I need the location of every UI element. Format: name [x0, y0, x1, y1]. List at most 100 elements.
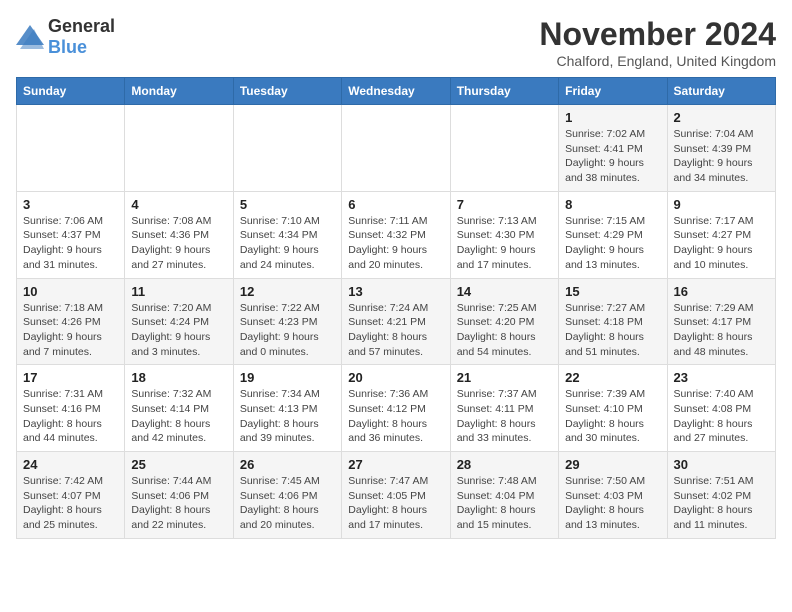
calendar-cell: 30 Sunrise: 7:51 AM Sunset: 4:02 PM Dayli… [667, 452, 775, 539]
day-number: 5 [240, 197, 335, 212]
logo-general: General [48, 16, 115, 36]
day-info: Sunrise: 7:04 AM Sunset: 4:39 PM Dayligh… [674, 127, 769, 186]
day-number: 22 [565, 370, 660, 385]
day-number: 12 [240, 284, 335, 299]
day-info: Sunrise: 7:37 AM Sunset: 4:11 PM Dayligh… [457, 387, 552, 446]
calendar-cell: 25Sunrise: 7:44 AM Sunset: 4:06 PM Dayli… [125, 452, 233, 539]
day-info: Sunrise: 7:45 AM Sunset: 4:06 PM Dayligh… [240, 474, 335, 533]
day-info: Sunrise: 7:27 AM Sunset: 4:18 PM Dayligh… [565, 301, 660, 360]
day-info: Sunrise: 7:40 AM Sunset: 4:08 PM Dayligh… [674, 387, 769, 446]
calendar-cell: 1Sunrise: 7:02 AM Sunset: 4:41 PM Daylig… [559, 105, 667, 192]
calendar-cell: 18Sunrise: 7:32 AM Sunset: 4:14 PM Dayli… [125, 365, 233, 452]
calendar-cell [450, 105, 558, 192]
day-number: 13 [348, 284, 443, 299]
calendar-cell: 5 Sunrise: 7:10 AM Sunset: 4:34 PM Daylig… [233, 191, 341, 278]
calendar-cell: 16Sunrise: 7:29 AM Sunset: 4:17 PM Dayli… [667, 278, 775, 365]
day-info: Sunrise: 7:31 AM Sunset: 4:16 PM Dayligh… [23, 387, 118, 446]
calendar-cell: 3 Sunrise: 7:06 AM Sunset: 4:37 PM Daylig… [17, 191, 125, 278]
day-info: Sunrise: 7:06 AM Sunset: 4:37 PM Dayligh… [23, 214, 118, 273]
calendar-cell: 27 Sunrise: 7:47 AM Sunset: 4:05 PM Dayli… [342, 452, 450, 539]
calendar-cell: 19 Sunrise: 7:34 AM Sunset: 4:13 PM Dayli… [233, 365, 341, 452]
day-number: 10 [23, 284, 118, 299]
day-info: Sunrise: 7:08 AM Sunset: 4:36 PM Dayligh… [131, 214, 226, 273]
weekday-header-saturday: Saturday [667, 78, 775, 105]
day-number: 8 [565, 197, 660, 212]
day-info: Sunrise: 7:47 AM Sunset: 4:05 PM Dayligh… [348, 474, 443, 533]
weekday-header-thursday: Thursday [450, 78, 558, 105]
day-number: 27 [348, 457, 443, 472]
calendar-cell: 10 Sunrise: 7:18 AM Sunset: 4:26 PM Dayli… [17, 278, 125, 365]
day-info: Sunrise: 7:32 AM Sunset: 4:14 PM Dayligh… [131, 387, 226, 446]
calendar-cell: 8 Sunrise: 7:15 AM Sunset: 4:29 PM Daylig… [559, 191, 667, 278]
weekday-header-row: SundayMondayTuesdayWednesdayThursdayFrid… [17, 78, 776, 105]
day-number: 11 [131, 284, 226, 299]
day-number: 17 [23, 370, 118, 385]
calendar-cell: 13 Sunrise: 7:24 AM Sunset: 4:21 PM Dayli… [342, 278, 450, 365]
calendar-cell [17, 105, 125, 192]
calendar-week-row: 3 Sunrise: 7:06 AM Sunset: 4:37 PM Daylig… [17, 191, 776, 278]
calendar-cell: 4Sunrise: 7:08 AM Sunset: 4:36 PM Daylig… [125, 191, 233, 278]
day-info: Sunrise: 7:11 AM Sunset: 4:32 PM Dayligh… [348, 214, 443, 273]
calendar-cell: 21 Sunrise: 7:37 AM Sunset: 4:11 PM Dayli… [450, 365, 558, 452]
calendar-cell: 15 Sunrise: 7:27 AM Sunset: 4:18 PM Dayli… [559, 278, 667, 365]
day-info: Sunrise: 7:48 AM Sunset: 4:04 PM Dayligh… [457, 474, 552, 533]
day-number: 26 [240, 457, 335, 472]
day-info: Sunrise: 7:44 AM Sunset: 4:06 PM Dayligh… [131, 474, 226, 533]
day-number: 19 [240, 370, 335, 385]
calendar-cell: 29 Sunrise: 7:50 AM Sunset: 4:03 PM Dayli… [559, 452, 667, 539]
day-number: 3 [23, 197, 118, 212]
day-number: 15 [565, 284, 660, 299]
calendar-week-row: 24Sunrise: 7:42 AM Sunset: 4:07 PM Dayli… [17, 452, 776, 539]
calendar-cell: 6Sunrise: 7:11 AM Sunset: 4:32 PM Daylig… [342, 191, 450, 278]
calendar-table: SundayMondayTuesdayWednesdayThursdayFrid… [16, 77, 776, 539]
calendar-cell: 9Sunrise: 7:17 AM Sunset: 4:27 PM Daylig… [667, 191, 775, 278]
calendar-cell: 26 Sunrise: 7:45 AM Sunset: 4:06 PM Dayli… [233, 452, 341, 539]
calendar-cell: 23 Sunrise: 7:40 AM Sunset: 4:08 PM Dayli… [667, 365, 775, 452]
weekday-header-tuesday: Tuesday [233, 78, 341, 105]
calendar-cell: 11 Sunrise: 7:20 AM Sunset: 4:24 PM Dayli… [125, 278, 233, 365]
day-info: Sunrise: 7:18 AM Sunset: 4:26 PM Dayligh… [23, 301, 118, 360]
calendar-cell [233, 105, 341, 192]
calendar-cell: 2 Sunrise: 7:04 AM Sunset: 4:39 PM Daylig… [667, 105, 775, 192]
day-number: 7 [457, 197, 552, 212]
day-info: Sunrise: 7:24 AM Sunset: 4:21 PM Dayligh… [348, 301, 443, 360]
day-number: 29 [565, 457, 660, 472]
calendar-cell: 7Sunrise: 7:13 AM Sunset: 4:30 PM Daylig… [450, 191, 558, 278]
day-info: Sunrise: 7:20 AM Sunset: 4:24 PM Dayligh… [131, 301, 226, 360]
day-info: Sunrise: 7:51 AM Sunset: 4:02 PM Dayligh… [674, 474, 769, 533]
title-block: November 2024 Chalford, England, United … [539, 16, 776, 69]
weekday-header-wednesday: Wednesday [342, 78, 450, 105]
month-title: November 2024 [539, 16, 776, 53]
day-info: Sunrise: 7:34 AM Sunset: 4:13 PM Dayligh… [240, 387, 335, 446]
calendar-cell: 24Sunrise: 7:42 AM Sunset: 4:07 PM Dayli… [17, 452, 125, 539]
day-number: 2 [674, 110, 769, 125]
day-info: Sunrise: 7:10 AM Sunset: 4:34 PM Dayligh… [240, 214, 335, 273]
day-number: 16 [674, 284, 769, 299]
calendar-cell [125, 105, 233, 192]
calendar-body: 1Sunrise: 7:02 AM Sunset: 4:41 PM Daylig… [17, 105, 776, 539]
day-info: Sunrise: 7:50 AM Sunset: 4:03 PM Dayligh… [565, 474, 660, 533]
day-number: 28 [457, 457, 552, 472]
calendar-cell: 14 Sunrise: 7:25 AM Sunset: 4:20 PM Dayli… [450, 278, 558, 365]
calendar-header: SundayMondayTuesdayWednesdayThursdayFrid… [17, 78, 776, 105]
calendar-cell: 12Sunrise: 7:22 AM Sunset: 4:23 PM Dayli… [233, 278, 341, 365]
calendar-cell: 17 Sunrise: 7:31 AM Sunset: 4:16 PM Dayli… [17, 365, 125, 452]
logo-text: General Blue [48, 16, 115, 58]
logo-icon [16, 25, 44, 49]
day-number: 30 [674, 457, 769, 472]
day-info: Sunrise: 7:15 AM Sunset: 4:29 PM Dayligh… [565, 214, 660, 273]
calendar-week-row: 1Sunrise: 7:02 AM Sunset: 4:41 PM Daylig… [17, 105, 776, 192]
calendar-cell: 28 Sunrise: 7:48 AM Sunset: 4:04 PM Dayli… [450, 452, 558, 539]
day-number: 14 [457, 284, 552, 299]
weekday-header-sunday: Sunday [17, 78, 125, 105]
weekday-header-friday: Friday [559, 78, 667, 105]
calendar-week-row: 10 Sunrise: 7:18 AM Sunset: 4:26 PM Dayli… [17, 278, 776, 365]
day-number: 21 [457, 370, 552, 385]
day-number: 20 [348, 370, 443, 385]
calendar-cell: 22Sunrise: 7:39 AM Sunset: 4:10 PM Dayli… [559, 365, 667, 452]
day-number: 23 [674, 370, 769, 385]
calendar-cell [342, 105, 450, 192]
location-title: Chalford, England, United Kingdom [539, 53, 776, 69]
calendar-cell: 20Sunrise: 7:36 AM Sunset: 4:12 PM Dayli… [342, 365, 450, 452]
day-info: Sunrise: 7:25 AM Sunset: 4:20 PM Dayligh… [457, 301, 552, 360]
